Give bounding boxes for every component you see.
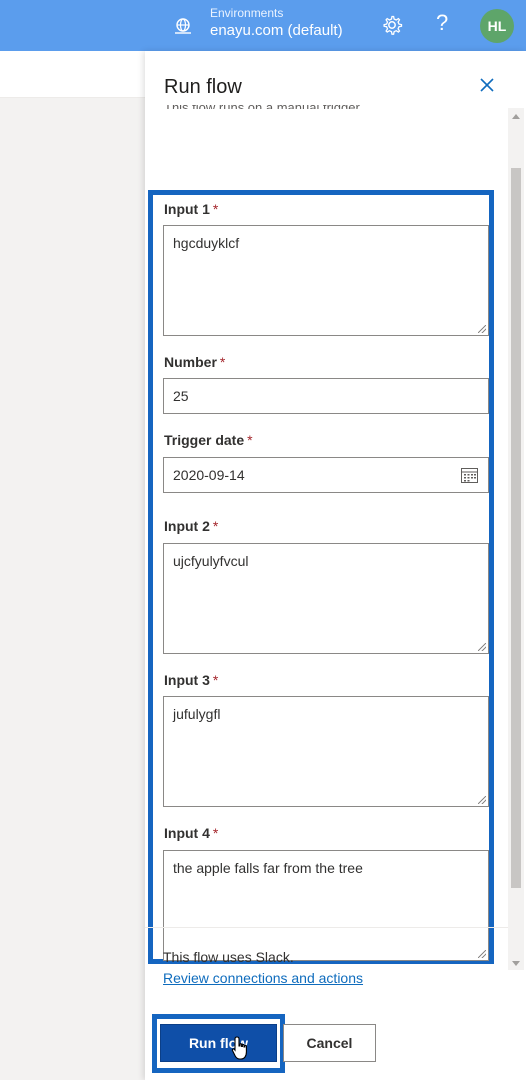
- input-4-label: Input 4 *: [164, 825, 219, 841]
- input-2-value: ujcfyulyfvcul: [173, 553, 249, 569]
- scroll-down-icon[interactable]: [512, 961, 520, 966]
- trigger-date-field[interactable]: 2020-09-14: [163, 457, 489, 493]
- input-1-value: hgcduyklcf: [173, 235, 240, 251]
- input-1-field[interactable]: hgcduyklcf: [163, 225, 489, 336]
- form-scroll-region[interactable]: Input 1 * hgcduyklcf Number * 25 Trigger d…: [145, 108, 508, 970]
- number-field[interactable]: 25: [163, 378, 489, 414]
- cursor-icon: [231, 1036, 247, 1060]
- help-icon[interactable]: ?: [436, 10, 448, 36]
- top-bar: Environments enayu.com (default) ? HL: [0, 0, 526, 51]
- close-icon[interactable]: [478, 76, 496, 94]
- resize-handle[interactable]: [478, 796, 486, 804]
- background-header-strip: [0, 51, 145, 98]
- review-connections-link[interactable]: Review connections and actions: [163, 970, 363, 986]
- resize-handle[interactable]: [478, 643, 486, 651]
- input-3-label: Input 3 *: [164, 672, 219, 688]
- cancel-button[interactable]: Cancel: [283, 1024, 376, 1062]
- input-1-label: Input 1 *: [164, 201, 219, 217]
- run-flow-button[interactable]: Run flow: [160, 1024, 277, 1062]
- vertical-scrollbar[interactable]: [508, 108, 524, 970]
- footer-divider: [145, 927, 508, 928]
- scroll-up-icon[interactable]: [512, 114, 520, 119]
- run-flow-panel: Run flow This flow runs on a manual trig…: [145, 51, 526, 1080]
- trigger-date-value: 2020-09-14: [173, 467, 245, 483]
- environment-selector[interactable]: enayu.com (default): [210, 22, 343, 39]
- input-4-field[interactable]: the apple falls far from the tree: [163, 850, 489, 961]
- number-label: Number *: [164, 354, 226, 370]
- input-3-field[interactable]: jufulygfl: [163, 696, 489, 807]
- panel-title: Run flow: [164, 76, 242, 98]
- background-area: [0, 51, 145, 1080]
- resize-handle[interactable]: [478, 950, 486, 958]
- resize-handle[interactable]: [478, 325, 486, 333]
- number-value: 25: [173, 388, 189, 404]
- avatar[interactable]: HL: [480, 9, 514, 43]
- scrollbar-thumb[interactable]: [511, 168, 521, 888]
- input-3-value: jufulygfl: [173, 706, 221, 722]
- input-2-field[interactable]: ujcfyulyfvcul: [163, 543, 489, 654]
- gear-icon[interactable]: [380, 13, 404, 37]
- environment-icon[interactable]: [172, 15, 194, 37]
- calendar-icon[interactable]: [461, 467, 478, 483]
- input-4-value: the apple falls far from the tree: [173, 860, 363, 876]
- connections-notice: This flow uses Slack.: [163, 949, 294, 965]
- environment-label: Environments: [210, 6, 284, 20]
- trigger-date-label: Trigger date *: [164, 432, 253, 448]
- input-2-label: Input 2 *: [164, 518, 219, 534]
